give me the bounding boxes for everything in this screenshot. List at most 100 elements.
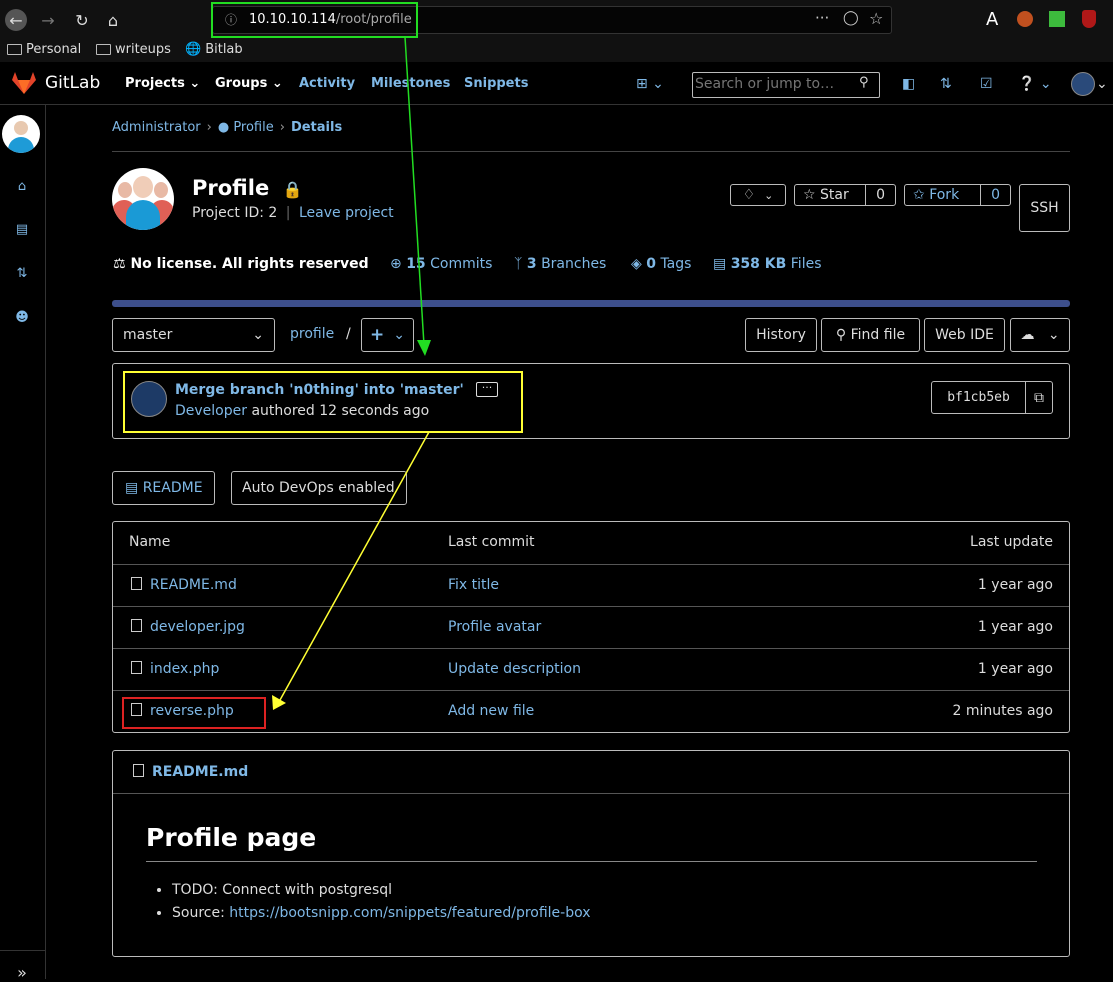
history-button[interactable]: History [745, 318, 817, 352]
file-commit-link[interactable]: Update description [448, 661, 581, 677]
breadcrumb-administrator[interactable]: Administrator [112, 120, 201, 135]
nav-groups[interactable]: Groups ⌄ [215, 76, 283, 91]
merge-requests-icon[interactable]: ⇅ [12, 266, 32, 281]
file-updated: 1 year ago [977, 661, 1053, 677]
star-button[interactable]: ☆ Star 0 [794, 184, 896, 206]
ssh-button[interactable]: SSH [1019, 184, 1070, 232]
readme-heading: Profile page [146, 823, 317, 852]
breadcrumb: Administrator › ● Profile › Details [112, 120, 343, 135]
branches-label: Branches [541, 256, 607, 272]
merge-requests-icon[interactable]: ⇅ [940, 76, 952, 92]
file-icon [131, 577, 142, 590]
web-ide-button[interactable]: Web IDE [924, 318, 1005, 352]
commit-author-link[interactable]: Developer [175, 403, 247, 419]
branches-link[interactable]: ᛉ 3 Branches [514, 256, 606, 272]
files-link[interactable]: ▤ 358 KB Files [713, 256, 822, 272]
home-icon[interactable]: ⌂ [12, 179, 32, 194]
chevron-down-icon: ⌄ [189, 76, 201, 91]
commit-sha[interactable]: bf1cb5eb [932, 390, 1025, 405]
source-link[interactable]: https://bootsnipp.com/snippets/featured/… [229, 905, 590, 921]
back-arrow-icon[interactable]: ← [5, 9, 27, 31]
table-row[interactable]: developer.jpg Profile avatar 1 year ago [113, 606, 1069, 649]
search-icon[interactable]: ⚲ [859, 75, 869, 90]
nav-snippets[interactable]: Snippets [464, 76, 528, 91]
bookmark-star-icon[interactable]: ☆ [869, 9, 883, 28]
author-avatar[interactable] [131, 381, 167, 417]
commits-label: Commits [430, 256, 493, 272]
extension-fox-icon[interactable] [1017, 11, 1033, 27]
star-icon: ☆ [803, 187, 816, 203]
info-icon[interactable]: ⓘ [225, 11, 237, 28]
commit-message[interactable]: Merge branch 'n0thing' into 'master' [175, 382, 464, 398]
globe-icon: 🌐 [185, 42, 202, 57]
commit-description-toggle[interactable]: ··· [476, 382, 498, 397]
repository-icon[interactable]: ▤ [12, 222, 32, 237]
language-bar [112, 300, 1070, 307]
file-name[interactable]: reverse.php [131, 703, 234, 719]
members-icon[interactable]: ☻ [12, 310, 32, 325]
url-bar[interactable]: ⓘ 10.10.10.114/root/profile ··· ◯ ☆ [212, 6, 892, 34]
readme-pill-label: README [142, 480, 203, 496]
branch-select[interactable]: master ⌄ [112, 318, 275, 352]
notification-dropdown[interactable]: ♢ ⌄ [730, 184, 786, 206]
download-dropdown[interactable]: ☁ ⌄ [1010, 318, 1070, 352]
help-icon[interactable]: ❔ ⌄ [1018, 76, 1052, 92]
breadcrumb-profile[interactable]: Profile [233, 120, 273, 135]
auto-devops-pill[interactable]: Auto DevOps enabled [231, 471, 407, 505]
ublock-icon[interactable] [1082, 10, 1096, 28]
todos-icon[interactable]: ☑ [980, 76, 993, 92]
gitlab-brand[interactable]: GitLab [45, 73, 100, 93]
col-last-update: Last update [970, 534, 1053, 550]
new-plus-icon[interactable]: ⊞ ⌄ [636, 76, 664, 92]
pocket-icon[interactable]: ◯ [843, 10, 859, 26]
bookmark-writeups[interactable]: writeups [96, 42, 171, 57]
issues-icon[interactable]: ◧ [902, 76, 915, 92]
chevron-down-icon[interactable]: ⌄ [1096, 76, 1108, 92]
tags-count: 0 [646, 256, 656, 272]
file-commit-link[interactable]: Add new file [448, 703, 534, 719]
extension-green-icon[interactable] [1049, 11, 1065, 27]
copy-sha-icon[interactable]: ⧉ [1025, 382, 1052, 413]
bookmark-personal[interactable]: Personal [7, 42, 81, 57]
search-input[interactable] [693, 73, 857, 95]
reader-mode-icon[interactable]: A [986, 9, 998, 30]
file-commit-link[interactable]: Profile avatar [448, 619, 541, 635]
find-file-button[interactable]: ⚲ Find file [821, 318, 920, 352]
project-title: Profile 🔒 [192, 176, 303, 200]
path-root-link[interactable]: profile [290, 326, 334, 342]
file-name[interactable]: index.php [131, 661, 219, 677]
gitlab-logo-icon[interactable] [12, 72, 36, 94]
user-avatar[interactable] [1071, 72, 1095, 96]
download-icon: ☁ [1020, 327, 1035, 343]
table-row[interactable]: index.php Update description 1 year ago [113, 648, 1069, 691]
readme-pill[interactable]: ▤ README [112, 471, 215, 505]
commit-time: authored 12 seconds ago [251, 403, 430, 419]
breadcrumb-details[interactable]: Details [291, 120, 342, 135]
table-row[interactable]: README.md Fix title 1 year ago [113, 564, 1069, 607]
file-name[interactable]: README.md [131, 577, 237, 593]
star-count[interactable]: 0 [865, 185, 895, 205]
project-avatar-small[interactable] [2, 115, 40, 153]
leave-project-link[interactable]: Leave project [299, 205, 394, 221]
commits-count: 15 [406, 256, 426, 272]
commits-link[interactable]: ⊕ 15 Commits [390, 256, 492, 272]
table-row[interactable]: reverse.php Add new file 2 minutes ago [113, 690, 1069, 733]
fork-button[interactable]: ✩ Fork 0 [904, 184, 1011, 206]
file-name[interactable]: developer.jpg [131, 619, 245, 635]
nav-activity[interactable]: Activity [299, 76, 355, 91]
nav-projects[interactable]: Projects ⌄ [125, 76, 200, 91]
add-file-dropdown[interactable]: + ⌄ [361, 318, 414, 352]
file-commit-link[interactable]: Fix title [448, 577, 499, 593]
fork-count[interactable]: 0 [980, 185, 1010, 205]
forward-arrow-icon[interactable]: → [37, 9, 59, 31]
nav-milestones[interactable]: Milestones [371, 76, 450, 91]
reload-icon[interactable]: ↻ [71, 9, 93, 31]
tags-link[interactable]: ◈ 0 Tags [631, 256, 691, 272]
files-size: 358 KB [730, 256, 787, 272]
chevron-down-icon: ⌄ [252, 327, 264, 343]
home-icon[interactable]: ⌂ [102, 9, 124, 31]
readme-file-link[interactable]: README.md [133, 764, 248, 780]
expand-sidebar-icon[interactable]: » [12, 963, 32, 982]
bookmark-bitlab[interactable]: 🌐 Bitlab [185, 42, 243, 57]
page-actions-icon[interactable]: ··· [815, 9, 829, 27]
